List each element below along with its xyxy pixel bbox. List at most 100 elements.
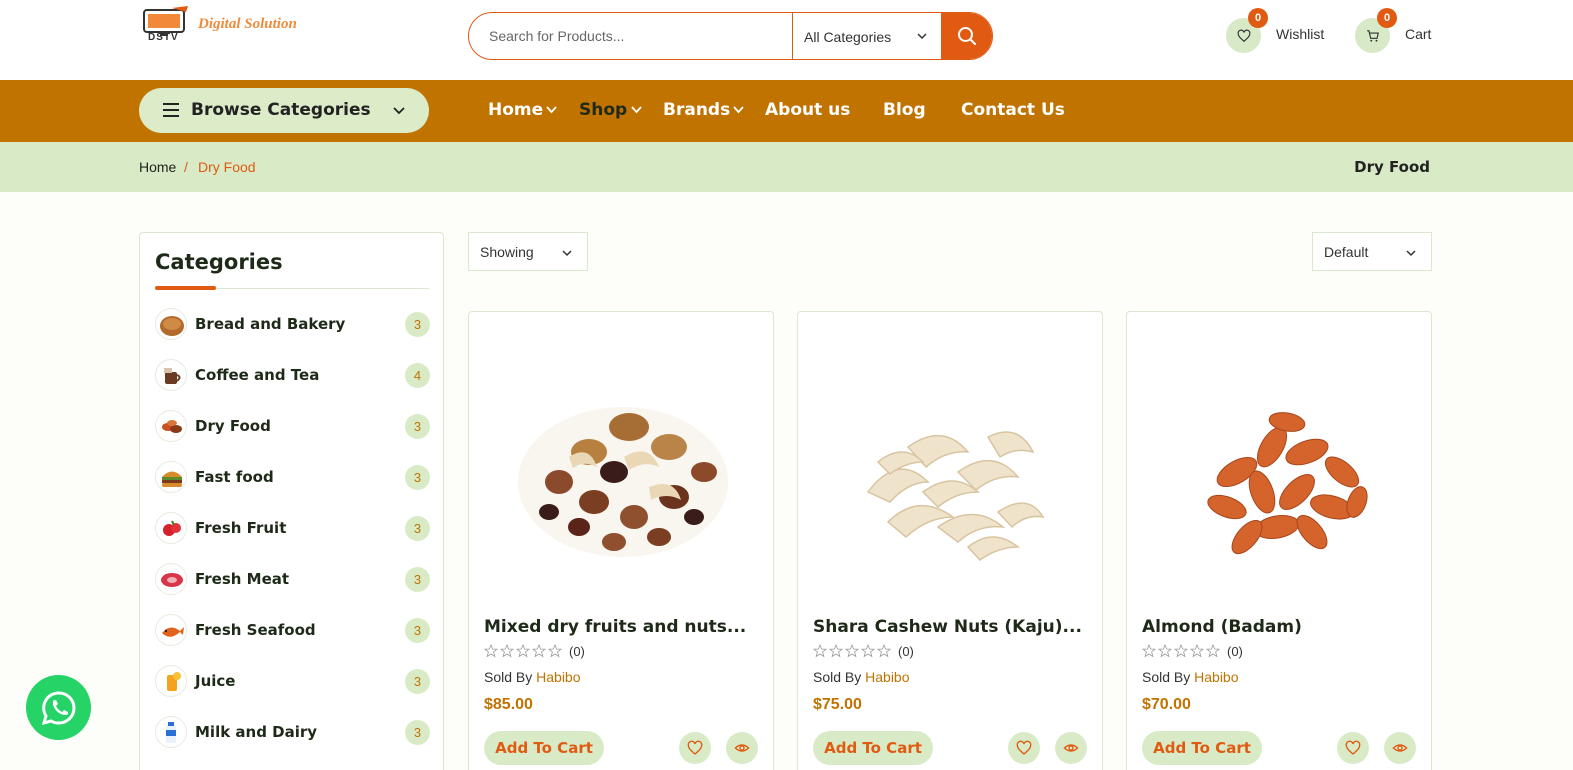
logo-text: Digital Solution — [198, 16, 297, 32]
category-item-fast-food[interactable]: Fast food 3 — [155, 461, 430, 493]
chevron-down-icon — [393, 107, 405, 115]
sold-by: Sold By Habibo — [813, 669, 910, 685]
category-select[interactable]: All Categories — [792, 13, 942, 59]
chevron-down-icon — [546, 106, 557, 114]
cart-icon — [1366, 29, 1379, 42]
sort-select-value: Default — [1324, 244, 1369, 260]
vendor-link[interactable]: Habibo — [1194, 669, 1238, 685]
category-item-milk-and-dairy[interactable]: Milk and Dairy 3 — [155, 716, 430, 748]
category-name: Fast food — [195, 468, 274, 486]
product-card[interactable]: Shara Cashew Nuts (Kaju)... (0) Sold By … — [797, 311, 1103, 770]
add-to-cart-button[interactable]: Add To Cart — [1142, 731, 1262, 765]
vendor-link[interactable]: Habibo — [865, 669, 909, 685]
chevron-down-icon — [917, 33, 927, 40]
showing-select[interactable]: Showing — [468, 232, 588, 271]
breadcrumb: Home / Dry Food Dry Food — [0, 142, 1573, 192]
category-count-badge: 3 — [405, 720, 430, 745]
heart-icon — [1237, 29, 1250, 42]
heart-icon — [687, 740, 703, 755]
product-card[interactable]: Almond (Badam) (0) Sold By Habibo $70.00… — [1126, 311, 1432, 770]
star-rating-icon — [484, 644, 563, 658]
category-count-badge: 3 — [405, 618, 430, 643]
category-count-badge: 3 — [405, 465, 430, 490]
category-item-bread-and-bakery[interactable]: Bread and Bakery 3 — [155, 308, 430, 340]
main-navbar: Browse Categories Home Shop Brands About… — [0, 80, 1573, 142]
chevron-down-icon — [631, 106, 642, 114]
quick-view-button[interactable] — [726, 732, 758, 764]
sidebar-title: Categories — [155, 250, 283, 274]
nav-about-us[interactable]: About us — [765, 100, 850, 120]
category-name: Milk and Dairy — [195, 723, 318, 741]
whatsapp-chat-button[interactable] — [26, 675, 91, 740]
product-name[interactable]: Almond (Badam) — [1142, 617, 1422, 637]
nav-home[interactable]: Home — [488, 100, 543, 120]
product-image[interactable] — [499, 352, 744, 572]
category-count-badge: 3 — [405, 516, 430, 541]
breadcrumb-separator: / — [184, 159, 188, 175]
chevron-down-icon — [733, 106, 744, 114]
vendor-link[interactable]: Habibo — [536, 669, 580, 685]
product-price: $75.00 — [813, 696, 862, 713]
category-thumbnail — [155, 665, 187, 697]
add-to-cart-button[interactable]: Add To Cart — [813, 731, 933, 765]
product-name[interactable]: Shara Cashew Nuts (Kaju)... — [813, 617, 1093, 637]
product-image[interactable] — [1157, 352, 1402, 572]
category-name: Juice — [195, 672, 236, 690]
chevron-down-icon — [562, 250, 572, 257]
quick-view-button[interactable] — [1384, 732, 1416, 764]
search-input[interactable] — [469, 13, 792, 59]
category-select-value: All Categories — [804, 29, 892, 45]
category-item-fresh-seafood[interactable]: Fresh Seafood 3 — [155, 614, 430, 646]
nav-blog[interactable]: Blog — [883, 100, 926, 120]
browse-categories-button[interactable]: Browse Categories — [139, 88, 429, 133]
logo-subtext: DSTV — [148, 32, 179, 43]
search-bar: All Categories — [468, 12, 993, 60]
breadcrumb-home[interactable]: Home — [139, 159, 176, 175]
category-count-badge: 3 — [405, 312, 430, 337]
add-to-cart-button[interactable]: Add To Cart — [484, 731, 604, 765]
eye-icon — [1063, 744, 1079, 752]
product-image[interactable] — [828, 352, 1073, 572]
hamburger-icon — [163, 103, 179, 117]
rating-count: (0) — [898, 644, 914, 659]
title-accent-bar — [155, 286, 216, 290]
site-logo[interactable]: DSTV Digital Solution — [142, 6, 312, 44]
category-item-fresh-fruit[interactable]: Fresh Fruit 3 — [155, 512, 430, 544]
category-name: Fresh Fruit — [195, 519, 287, 537]
category-item-juice[interactable]: Juice 3 — [155, 665, 430, 697]
category-name: Fresh Seafood — [195, 621, 316, 639]
sold-by: Sold By Habibo — [484, 669, 581, 685]
rating-count: (0) — [1227, 644, 1243, 659]
category-name: Fresh Meat — [195, 570, 290, 588]
category-count-badge: 3 — [405, 414, 430, 439]
wishlist-button[interactable] — [1337, 732, 1369, 764]
category-item-coffee-and-tea[interactable]: Coffee and Tea 4 — [155, 359, 430, 391]
nav-contact-us[interactable]: Contact Us — [961, 100, 1065, 120]
category-item-fresh-meat[interactable]: Fresh Meat 3 — [155, 563, 430, 595]
category-item-dry-food[interactable]: Dry Food 3 — [155, 410, 430, 442]
quick-view-button[interactable] — [1055, 732, 1087, 764]
category-count-badge: 3 — [405, 567, 430, 592]
nav-brands[interactable]: Brands — [663, 100, 730, 120]
page-title: Dry Food — [1354, 158, 1430, 176]
star-rating-icon — [813, 644, 892, 658]
category-thumbnail — [155, 512, 187, 544]
eye-icon — [734, 744, 750, 752]
product-name[interactable]: Mixed dry fruits and nuts... — [484, 617, 764, 637]
category-count-badge: 3 — [405, 669, 430, 694]
category-count-badge: 4 — [405, 363, 430, 388]
site-header: DSTV Digital Solution All Categories 0 W… — [0, 0, 1573, 80]
sold-by-label: Sold By — [484, 669, 533, 685]
sort-select[interactable]: Default — [1312, 232, 1432, 271]
search-button[interactable] — [941, 13, 992, 59]
category-thumbnail — [155, 461, 187, 493]
wishlist-button[interactable] — [679, 732, 711, 764]
rating-count: (0) — [569, 644, 585, 659]
product-card[interactable]: Mixed dry fruits and nuts... (0) Sold By… — [468, 311, 774, 770]
category-name: Dry Food — [195, 417, 271, 435]
categories-sidebar: Categories Bread and Bakery 3 Coffee and… — [139, 232, 444, 770]
product-price: $70.00 — [1142, 696, 1191, 713]
nav-shop[interactable]: Shop — [579, 100, 627, 120]
wishlist-button[interactable] — [1008, 732, 1040, 764]
chevron-down-icon — [1406, 250, 1416, 257]
